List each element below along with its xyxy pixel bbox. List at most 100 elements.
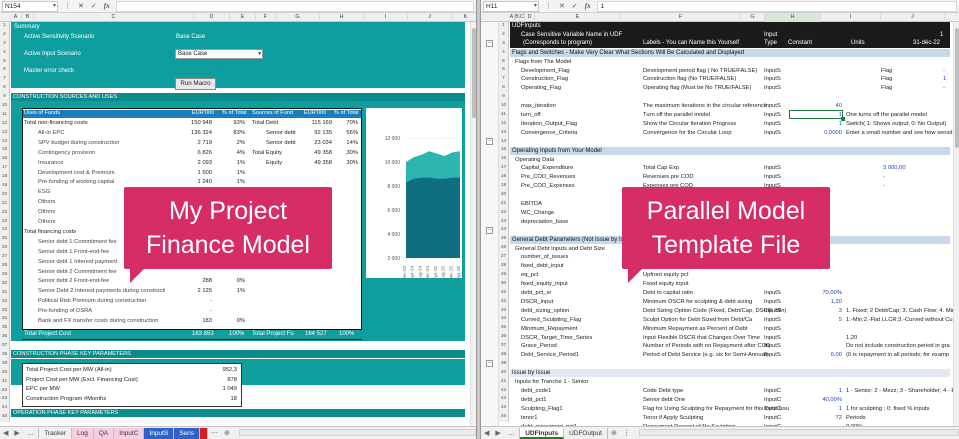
row-number[interactable]: 23 — [0, 218, 9, 227]
row-number[interactable]: 14 — [499, 138, 508, 147]
dropdown-icon[interactable]: ⋮ — [64, 2, 71, 10]
row-number[interactable]: 15 — [0, 146, 9, 155]
column-header-d[interactable]: D — [194, 13, 230, 22]
row-number[interactable]: 6 — [499, 66, 508, 75]
collapse-group-icon[interactable]: − — [486, 360, 493, 368]
row-number[interactable]: 24 — [0, 226, 9, 235]
row-number[interactable]: 7 — [499, 75, 508, 84]
prev-sheet-icon[interactable]: ◀ — [0, 429, 11, 437]
row-number[interactable]: 20 — [0, 191, 9, 200]
sheet-tab-[interactable]: ... — [504, 427, 521, 439]
input-scenario-dropdown[interactable]: Base Case ▾ — [175, 49, 263, 59]
row-number[interactable]: 15 — [499, 146, 508, 155]
sheet-tab-log[interactable]: Log — [72, 427, 94, 439]
row-number[interactable]: 41 — [0, 378, 9, 387]
row-number[interactable]: 30 — [499, 280, 508, 289]
sheet-tab-[interactable]: ... — [23, 427, 40, 439]
formula-input[interactable] — [115, 0, 474, 12]
row-number[interactable]: 26 — [499, 244, 508, 253]
row-number[interactable]: 2 — [499, 31, 508, 40]
row-number[interactable]: 33 — [0, 307, 9, 316]
sheet-tab-tracker[interactable]: Tracker — [39, 427, 72, 439]
more-sheets-icon[interactable]: ⋮ — [620, 429, 633, 437]
add-sheet-icon[interactable]: ⊕ — [608, 429, 620, 437]
column-header-i[interactable]: I — [821, 13, 881, 22]
row-number[interactable]: 16 — [0, 155, 9, 164]
row-number[interactable]: 40 — [499, 369, 508, 378]
constant[interactable]: 70,00% — [788, 290, 842, 296]
row-number[interactable]: 13 — [499, 129, 508, 138]
row-number[interactable]: 4 — [499, 49, 508, 58]
row-number[interactable]: 26 — [0, 244, 9, 253]
row-number[interactable]: 17 — [499, 164, 508, 173]
column-header-e[interactable]: E — [230, 13, 256, 22]
row-number[interactable]: 5 — [0, 58, 9, 67]
row-number[interactable]: 44 — [499, 404, 508, 413]
row-number[interactable]: 5 — [499, 58, 508, 67]
row-number[interactable]: 18 — [0, 173, 9, 182]
row-number[interactable]: 8 — [0, 84, 9, 93]
row-number[interactable]: 38 — [0, 351, 9, 360]
row-number[interactable]: 32 — [499, 298, 508, 307]
sheet-tab-inputs[interactable]: InputS — [144, 427, 175, 439]
row-number[interactable]: 21 — [499, 200, 508, 209]
row-number[interactable]: 38 — [499, 351, 508, 360]
column-header-d[interactable]: D — [525, 13, 535, 22]
constant[interactable]: 40 — [788, 103, 842, 109]
column-header-a[interactable]: A — [10, 13, 22, 22]
row-number[interactable]: 32 — [0, 298, 9, 307]
row-number[interactable]: 13 — [0, 129, 9, 138]
row-number[interactable]: 24 — [499, 226, 508, 235]
constant[interactable]: 40,00% — [788, 397, 842, 403]
row-number[interactable]: 45 — [0, 413, 9, 422]
row-number[interactable]: 22 — [0, 209, 9, 218]
row-number[interactable]: 1 — [499, 22, 508, 31]
sheet-tab-red[interactable] — [200, 427, 209, 439]
row-number[interactable]: 44 — [0, 404, 9, 413]
row-number[interactable]: 4 — [0, 49, 9, 58]
row-number[interactable]: 31 — [0, 289, 9, 298]
row-number[interactable]: 22 — [499, 209, 508, 218]
column-header-e[interactable]: E — [535, 13, 621, 22]
horizontal-scrollbar[interactable] — [238, 428, 476, 436]
next-sheet-icon[interactable]: ▶ — [492, 429, 503, 437]
column-header-f[interactable]: F — [256, 13, 276, 22]
sheet-tab-udfoutput[interactable]: UDFOutput — [564, 427, 608, 439]
constant[interactable]: 72 — [788, 415, 842, 421]
row-number[interactable]: 19 — [0, 182, 9, 191]
collapse-group-icon[interactable]: − — [486, 226, 493, 234]
row-number[interactable]: 28 — [499, 262, 508, 271]
column-header-h[interactable]: H — [320, 13, 364, 22]
constant[interactable]: 0,0000 — [788, 130, 842, 136]
cancel-icon[interactable]: ✕ — [559, 2, 565, 10]
row-number[interactable]: 10 — [499, 102, 508, 111]
horizontal-scrollbar[interactable] — [638, 428, 959, 436]
function-icon[interactable]: fx — [585, 2, 591, 10]
collapse-group-icon[interactable]: − — [486, 137, 493, 145]
dropdown-icon[interactable]: ⋮ — [545, 2, 552, 10]
row-number[interactable]: 27 — [0, 253, 9, 262]
function-icon[interactable]: fx — [104, 2, 110, 10]
selected-cell-h11[interactable] — [789, 110, 845, 121]
cancel-icon[interactable]: ✕ — [78, 2, 84, 10]
vertical-scrollbar[interactable] — [953, 22, 959, 426]
row-number[interactable]: 10 — [0, 102, 9, 111]
row-number[interactable]: 2 — [0, 31, 9, 40]
sheet-tab-udfinputs[interactable]: UDFInputs — [520, 427, 565, 439]
row-number[interactable]: 20 — [499, 191, 508, 200]
row-number[interactable]: 14 — [0, 138, 9, 147]
row-number[interactable]: 23 — [499, 218, 508, 227]
row-number[interactable]: 40 — [0, 369, 9, 378]
row-number[interactable]: 42 — [0, 387, 9, 396]
row-number[interactable]: 3 — [0, 40, 9, 49]
column-header-c[interactable]: C — [34, 13, 194, 22]
row-number[interactable]: 39 — [0, 360, 9, 369]
name-box[interactable]: H11 — [483, 0, 539, 12]
column-header-b[interactable]: B — [22, 13, 34, 22]
row-number[interactable]: 1 — [0, 22, 9, 31]
row-number[interactable]: 43 — [499, 395, 508, 404]
constant[interactable]: 1 — [788, 121, 842, 127]
row-number[interactable]: 3 — [499, 40, 508, 49]
row-number[interactable]: 36 — [0, 333, 9, 342]
row-number[interactable]: 29 — [0, 271, 9, 280]
